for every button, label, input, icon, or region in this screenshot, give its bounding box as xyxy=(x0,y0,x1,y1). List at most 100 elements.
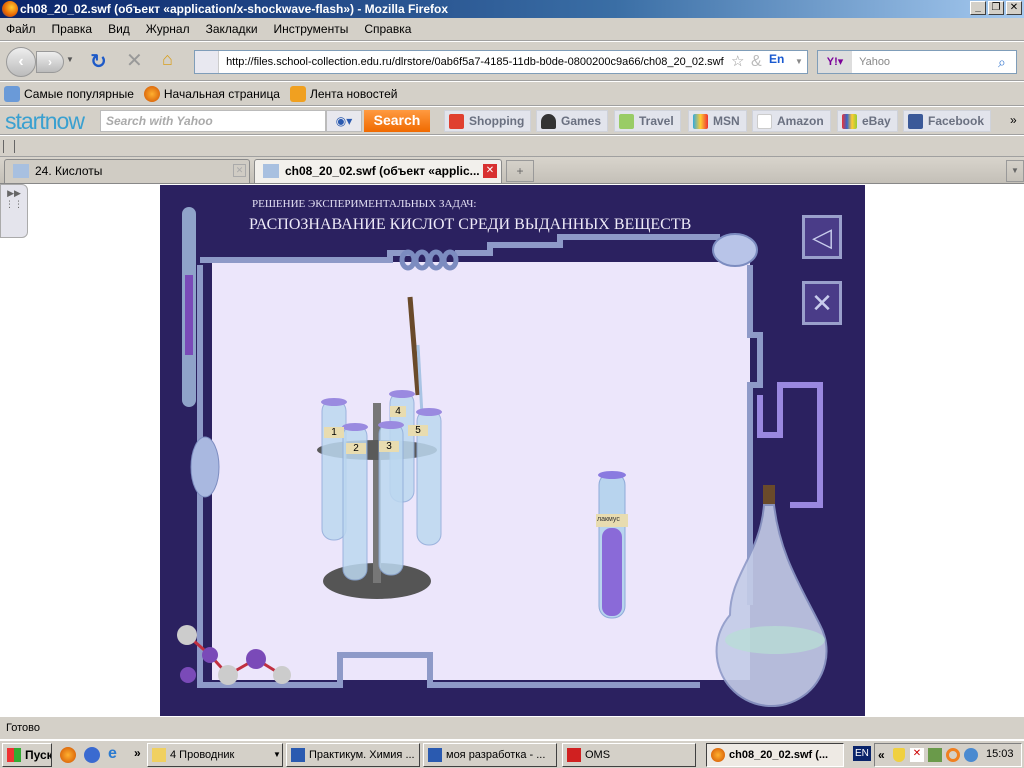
back-button[interactable]: ‹ xyxy=(6,47,36,77)
test-tube-rim xyxy=(321,398,347,406)
search-bar[interactable]: Y!▾ Yahoo ⌕ xyxy=(817,50,1017,74)
facebook-icon xyxy=(908,114,923,129)
url-dropdown-icon[interactable]: ▼ xyxy=(795,51,803,73)
startnow-search-input[interactable]: Search with Yahoo xyxy=(100,110,326,132)
start-button[interactable]: Пуск xyxy=(2,743,52,767)
tab-swf-active[interactable]: ch08_20_02.swf (объект «applic... ✕ xyxy=(254,159,502,183)
menu-tools[interactable]: Инструменты xyxy=(274,22,349,36)
clock[interactable]: 15:03 xyxy=(986,748,1014,760)
home-icon[interactable]: ⌂ xyxy=(162,49,173,70)
tray-x-icon[interactable]: ✕ xyxy=(910,748,924,762)
tube-label-1: 1 xyxy=(324,427,344,438)
facebook-link[interactable]: Facebook xyxy=(903,110,992,132)
taskbar-firefox-active[interactable]: ch08_20_02.swf (... xyxy=(706,743,844,767)
restore-button[interactable]: ❐ xyxy=(988,1,1004,15)
sidebar-toggle-tab[interactable]: ▶▶ ⋮⋮ xyxy=(0,184,28,238)
menu-file[interactable]: Файл xyxy=(6,22,36,36)
language-indicator[interactable]: EN xyxy=(853,746,871,761)
reload-icon[interactable]: ↻ xyxy=(90,49,107,74)
close-window-button[interactable]: ✕ xyxy=(1006,1,1022,15)
close-flash-button[interactable]: ✕ xyxy=(802,281,842,325)
tray-expand-icon[interactable]: « xyxy=(878,748,885,762)
startnow-search-button[interactable]: Search xyxy=(364,110,430,132)
yahoo-engine-icon[interactable]: Y!▾ xyxy=(818,51,852,73)
firefox-icon xyxy=(2,1,18,17)
tab-list-button[interactable]: ▼ xyxy=(1006,160,1024,182)
amazon-icon xyxy=(757,114,772,129)
tube-label-5: 5 xyxy=(408,425,428,436)
navigation-toolbar: ‹ › ▼ ↻ ✕ ⌂ http://files.school-collecti… xyxy=(0,42,1024,81)
bookmark-label: Лента новостей xyxy=(309,86,398,101)
red-arrow-icon xyxy=(567,748,581,762)
bookmark-star-icon[interactable]: ☆ xyxy=(731,51,745,73)
blue-tray-icon[interactable] xyxy=(964,748,978,762)
security-shield-icon[interactable] xyxy=(893,748,905,762)
test-tube-rim xyxy=(416,408,442,416)
indicator-tube xyxy=(596,471,628,619)
search-input[interactable]: Yahoo xyxy=(855,56,890,68)
menu-bookmarks[interactable]: Закладки xyxy=(206,22,258,36)
ebay-icon xyxy=(842,114,857,129)
tab-close-icon[interactable]: ✕ xyxy=(483,164,497,178)
stop-icon[interactable]: ✕ xyxy=(126,48,143,73)
taskbar-word-praktikum[interactable]: Практикум. Химия ... xyxy=(286,743,420,767)
bookmark-most-visited[interactable]: Самые популярные xyxy=(4,85,134,102)
history-dropdown-icon[interactable]: ▼ xyxy=(66,55,74,64)
startnow-logo[interactable]: startnow xyxy=(5,108,85,135)
flash-movie[interactable]: РЕШЕНИЕ ЭКСПЕРИМЕНТАЛЬНЫХ ЗАДАЧ: РАСПОЗН… xyxy=(160,185,865,716)
url-bar[interactable]: http://files.school-collection.edu.ru/dl… xyxy=(194,50,808,74)
tab-acids[interactable]: 24. Кислоты ✕ xyxy=(4,159,250,183)
status-bar: Готово xyxy=(0,716,1024,739)
globe-engine-button[interactable]: ◉▾ xyxy=(326,110,362,132)
shopping-bag-icon xyxy=(449,114,464,129)
folder-search-icon xyxy=(4,85,20,102)
menu-view[interactable]: Вид xyxy=(108,22,130,36)
minimize-button[interactable]: _ xyxy=(970,1,986,15)
msn-link[interactable]: MSN xyxy=(688,110,747,132)
quicklaunch-more[interactable]: » xyxy=(134,746,141,760)
media-player-icon[interactable] xyxy=(84,747,100,763)
tab-bar: 24. Кислоты ✕ ch08_20_02.swf (объект «ap… xyxy=(0,157,1024,184)
word-icon xyxy=(428,748,442,762)
lang-badge[interactable]: En xyxy=(769,51,785,70)
travel-link[interactable]: Travel xyxy=(614,110,681,132)
menu-help[interactable]: Справка xyxy=(364,22,411,36)
grip-handle[interactable] xyxy=(3,140,15,153)
bookmarks-toolbar: Самые популярные Начальная страница Лент… xyxy=(0,82,1024,106)
network-icon[interactable] xyxy=(928,748,942,762)
taskbar: Пуск e » 4 Проводник ▼ Практикум. Химия .… xyxy=(0,740,1024,768)
more-links-chevron[interactable]: » xyxy=(1010,113,1017,127)
games-link[interactable]: Games xyxy=(536,110,609,132)
tab-close-icon[interactable]: ✕ xyxy=(233,164,246,177)
shopping-link[interactable]: Shopping xyxy=(444,110,532,132)
window-title: ch08_20_02.swf (объект «application/x-sh… xyxy=(20,2,449,16)
search-magnifier-icon[interactable]: ⌕ xyxy=(998,51,1006,73)
amazon-link[interactable]: Amazon xyxy=(752,110,831,132)
firefox-quicklaunch-icon[interactable] xyxy=(60,747,76,763)
new-tab-button[interactable]: + xyxy=(506,160,534,182)
forward-button[interactable]: › xyxy=(36,51,64,73)
ampersand-icon: & xyxy=(751,51,762,73)
site-icon xyxy=(13,164,29,178)
taskbar-explorer[interactable]: 4 Проводник ▼ xyxy=(147,743,283,767)
orange-ring-icon[interactable] xyxy=(946,748,960,762)
system-tray: « ✕ 15:03 xyxy=(874,743,1022,767)
menu-history[interactable]: Журнал xyxy=(146,22,190,36)
airplane-icon xyxy=(619,114,634,129)
menu-edit[interactable]: Правка xyxy=(52,22,93,36)
ie-icon[interactable]: e xyxy=(108,745,117,763)
site-icon xyxy=(195,51,219,73)
test-tube-rim xyxy=(389,390,415,398)
bookmark-news-feed[interactable]: Лента новостей xyxy=(289,85,398,102)
taskbar-word-razrabotka[interactable]: моя разработка - ... xyxy=(423,743,557,767)
flash-scene xyxy=(177,207,828,707)
rss-icon xyxy=(289,85,306,102)
tube-label-4: 4 xyxy=(390,406,406,417)
ebay-link[interactable]: eBay xyxy=(837,110,898,132)
taskbar-oms[interactable]: OMS xyxy=(562,743,696,767)
bookmark-start-page[interactable]: Начальная страница xyxy=(143,85,280,102)
left-tube-liquid xyxy=(185,275,193,355)
flash-title: РАСПОЗНАВАНИЕ КИСЛОТ СРЕДИ ВЫДАННЫХ ВЕЩЕ… xyxy=(249,216,692,233)
back-nav-button[interactable]: ◁ xyxy=(802,215,842,259)
startnow-toolbar: startnow Search with Yahoo ◉▾ Search Sho… xyxy=(0,107,1024,135)
